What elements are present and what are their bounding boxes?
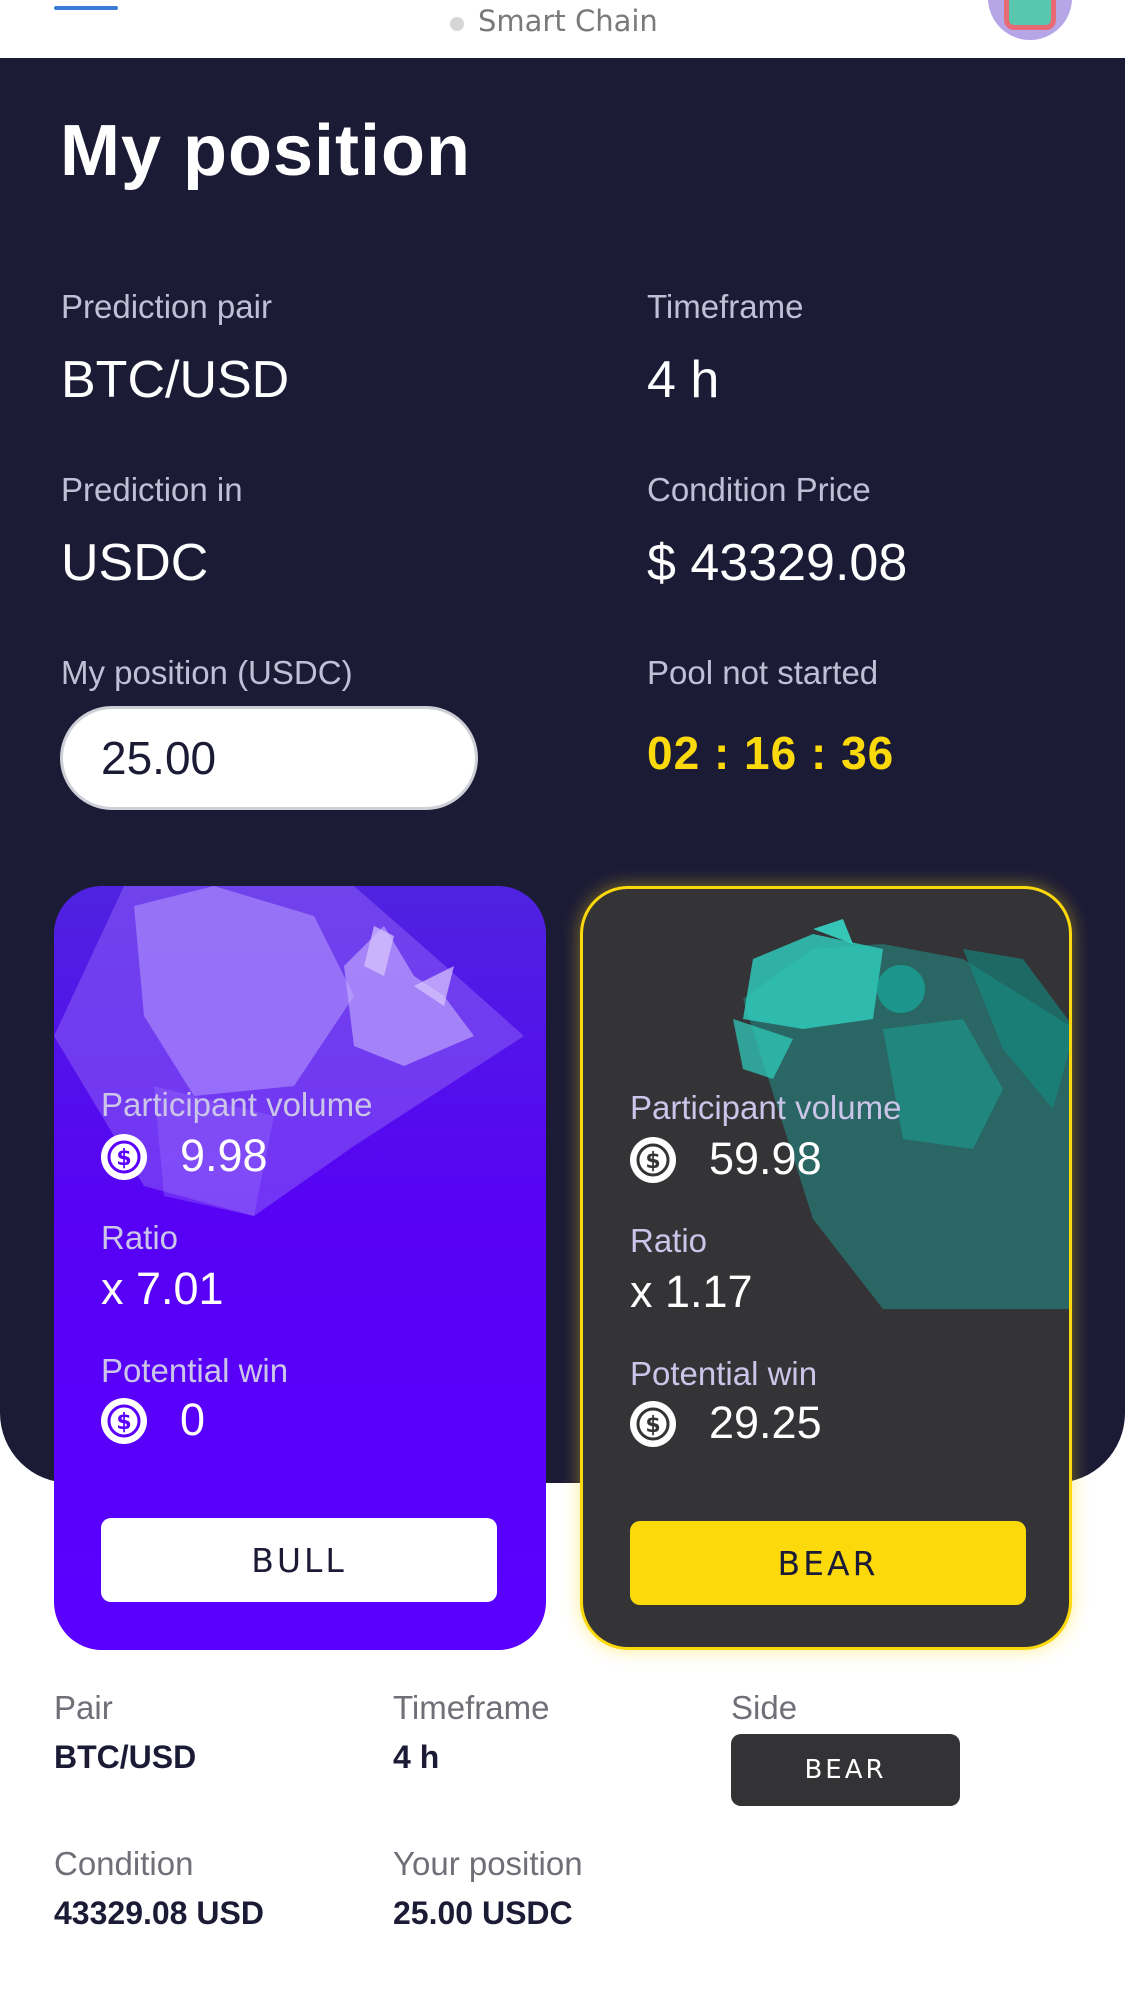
timeframe-label: Timeframe [647,288,804,325]
top-bar: Smart Chain [0,0,1125,58]
summary-side-label: Side [731,1689,798,1726]
summary-condition-value: 43329.08 USD [54,1895,264,1931]
bear-participant-volume-value: 59.98 [709,1133,822,1184]
bear-ratio-label: Ratio [630,1222,708,1259]
bear-ratio-value: x 1.17 [630,1266,753,1317]
bear-card[interactable]: Participant volume $ 59.98 Ratio x 1.17 … [580,886,1072,1650]
svg-text:$: $ [645,1413,660,1438]
bull-ratio-value: x 7.01 [101,1263,224,1314]
status-dot-icon [450,17,464,31]
position-amount-input[interactable] [60,706,478,810]
bear-potential-win-label: Potential win [630,1355,818,1392]
usdc-coin-icon: $ [101,1398,147,1444]
summary-position-label: Your position [393,1845,583,1882]
hamburger-menu-icon[interactable] [54,0,118,20]
condition-price-label: Condition Price [647,471,871,508]
bear-button[interactable]: BEAR [630,1521,1026,1605]
bull-card[interactable]: Participant volume $ 9.98 Ratio x 7.01 P… [54,886,546,1650]
prediction-in-label: Prediction in [61,471,243,508]
summary-timeframe-label: Timeframe [393,1689,550,1726]
usdc-coin-icon: $ [630,1401,676,1447]
bull-ratio-label: Ratio [101,1219,179,1256]
bull-participant-volume-label: Participant volume [101,1086,373,1123]
network-label: Smart Chain [478,4,658,38]
usdc-coin-icon: $ [101,1134,147,1180]
summary-pair-value: BTC/USD [54,1739,197,1775]
prediction-in-value: USDC [61,534,209,592]
bull-button[interactable]: BULL [101,1518,497,1602]
bear-potential-win-value: 29.25 [709,1397,822,1448]
timeframe-value: 4 h [647,351,720,409]
my-position-label: My position (USDC) [61,654,353,691]
condition-price-value: $ 43329.08 [647,534,908,592]
usdc-coin-icon: $ [630,1137,676,1183]
bull-participant-volume-value: 9.98 [180,1130,268,1181]
summary-position-value: 25.00 USDC [393,1895,573,1931]
summary-timeframe-value: 4 h [393,1739,440,1775]
countdown-timer: 02 : 16 : 36 [647,727,895,779]
network-selector[interactable]: Smart Chain [450,4,658,38]
pool-status-label: Pool not started [647,654,879,691]
page-title: My position [60,111,471,191]
prediction-pair-label: Prediction pair [61,288,272,325]
svg-text:$: $ [116,1146,131,1171]
bull-potential-win-label: Potential win [101,1352,289,1389]
prediction-pair-value: BTC/USD [61,351,290,409]
avatar-icon[interactable] [988,0,1072,40]
bear-participant-volume-label: Participant volume [630,1089,902,1126]
bull-potential-win-value: 0 [180,1394,206,1445]
summary-pair-label: Pair [54,1689,113,1726]
svg-text:$: $ [116,1410,131,1435]
summary-condition-label: Condition [54,1845,194,1882]
side-badge: BEAR [731,1734,960,1806]
svg-text:$: $ [645,1149,660,1174]
